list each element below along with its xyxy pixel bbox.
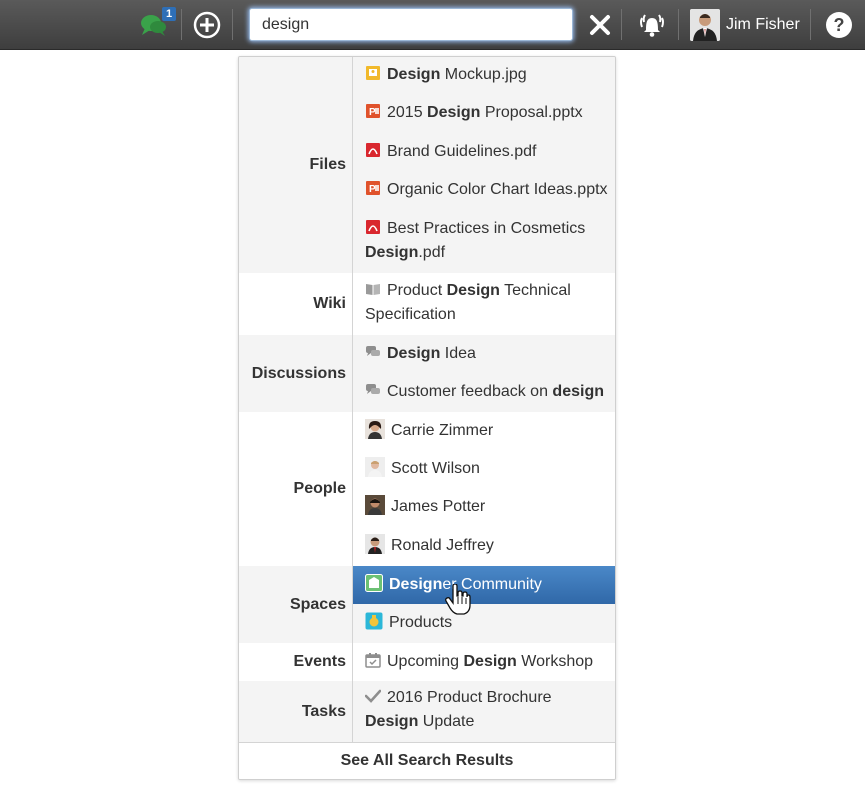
- result-item-person[interactable]: James Potter: [353, 495, 615, 519]
- search-results-dropdown: Files Design Mockup.jpg P 2015 Design Pro…: [238, 56, 616, 780]
- calendar-icon: [365, 653, 381, 668]
- category-label-tasks: Tasks: [239, 681, 353, 743]
- chat-notification-badge: 1: [162, 7, 176, 21]
- result-item-file[interactable]: P 2015 Design Proposal.pptx: [353, 101, 615, 125]
- space-icon: [365, 574, 383, 592]
- divider: [678, 9, 679, 40]
- category-label-spaces: Spaces: [239, 566, 353, 643]
- category-people: People Carrie Zimmer Scott Wilson James …: [239, 412, 615, 566]
- category-tasks: Tasks 2016 Product Brochure Design Updat…: [239, 681, 615, 743]
- result-item-space[interactable]: Products: [353, 611, 615, 635]
- powerpoint-file-icon: P: [366, 181, 380, 195]
- pdf-file-icon: [366, 220, 380, 234]
- category-wiki: Wiki Product Design Technical Specificat…: [239, 273, 615, 335]
- discussion-icon: [366, 346, 380, 356]
- category-label-people: People: [239, 412, 353, 566]
- divider: [232, 9, 233, 40]
- result-item-file[interactable]: Design Mockup.jpg: [353, 63, 615, 87]
- svg-text:?: ?: [834, 15, 845, 35]
- add-button[interactable]: [191, 0, 223, 50]
- category-events: Events Upcoming Design Workshop: [239, 643, 615, 681]
- person-avatar-icon: [690, 9, 720, 41]
- chat-button[interactable]: 1: [134, 0, 176, 50]
- person-avatar-icon: [365, 457, 385, 477]
- result-item-person[interactable]: Ronald Jeffrey: [353, 534, 615, 558]
- divider: [181, 9, 182, 40]
- category-discussions: Discussions Design Idea Customer feedbac…: [239, 335, 615, 412]
- svg-text:P: P: [369, 107, 376, 118]
- search-box: [249, 8, 573, 41]
- result-item-file[interactable]: P Organic Color Chart Ideas.pptx: [353, 178, 615, 202]
- checkmark-icon: [365, 689, 381, 703]
- alarm-bell-icon: [640, 14, 664, 37]
- space-icon: [365, 612, 383, 630]
- category-label-discussions: Discussions: [239, 335, 353, 412]
- person-avatar-icon: [365, 419, 385, 439]
- result-item-wiki[interactable]: Product Design Technical Specification: [353, 279, 615, 327]
- result-item-discussion[interactable]: Customer feedback on design: [353, 380, 615, 404]
- top-bar: 1 design Jim Fisher ?: [0, 0, 865, 50]
- result-item-discussion[interactable]: Design Idea: [353, 342, 615, 366]
- person-avatar-icon: [365, 495, 385, 515]
- clear-search-button[interactable]: [586, 0, 614, 50]
- close-icon: [590, 15, 610, 35]
- hand-cursor-icon: [445, 584, 471, 615]
- result-item-task[interactable]: 2016 Product Brochure Design Update: [353, 686, 615, 734]
- result-item-person[interactable]: Carrie Zimmer: [353, 419, 615, 443]
- divider: [621, 9, 622, 40]
- result-item-event[interactable]: Upcoming Design Workshop: [353, 650, 615, 674]
- notifications-button[interactable]: [636, 0, 668, 50]
- category-files: Files Design Mockup.jpg P 2015 Design Pro…: [239, 57, 615, 273]
- powerpoint-file-icon: P: [366, 104, 380, 118]
- result-item-file[interactable]: Best Practices in Cosmetics Design.pdf: [353, 217, 615, 265]
- svg-text:P: P: [369, 184, 376, 195]
- divider: [810, 9, 811, 40]
- user-menu[interactable]: Jim Fisher: [690, 0, 802, 50]
- pdf-file-icon: [366, 143, 380, 157]
- category-spaces: Spaces Designer Community Products: [239, 566, 615, 643]
- image-file-icon: [366, 66, 380, 80]
- help-button[interactable]: ?: [824, 0, 854, 50]
- discussion-icon: [366, 384, 380, 394]
- result-item-space-selected[interactable]: Designer Community: [353, 566, 615, 604]
- person-avatar-icon: [365, 534, 385, 554]
- result-item-file[interactable]: Brand Guidelines.pdf: [353, 140, 615, 164]
- category-label-events: Events: [239, 643, 353, 681]
- book-icon: [366, 284, 380, 295]
- user-name: Jim Fisher: [726, 16, 800, 33]
- help-icon: ?: [826, 12, 852, 38]
- result-item-person[interactable]: Scott Wilson: [353, 457, 615, 481]
- search-input[interactable]: [249, 8, 573, 41]
- category-label-files: Files: [239, 57, 353, 273]
- see-all-results-link[interactable]: See All Search Results: [239, 742, 615, 779]
- user-avatar: [690, 9, 720, 41]
- category-label-wiki: Wiki: [239, 273, 353, 335]
- plus-circle-icon: [193, 11, 221, 39]
